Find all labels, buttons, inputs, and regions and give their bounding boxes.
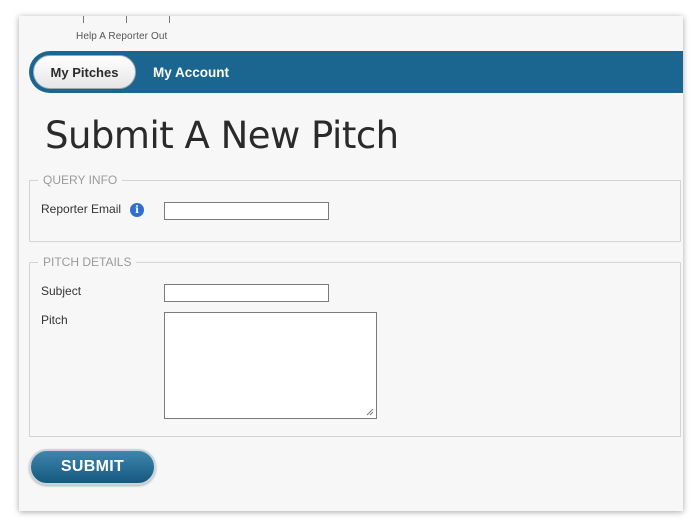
page-title: Submit A New Pitch: [45, 114, 399, 157]
top-nav: Help A Reporter Out: [19, 16, 683, 50]
subject-input[interactable]: [164, 284, 329, 302]
pitch-details-legend: PITCH DETAILS: [38, 255, 137, 269]
subject-label: Subject: [41, 284, 82, 298]
resize-handle-icon[interactable]: [366, 408, 374, 416]
nav-divider: [126, 16, 127, 23]
main-nav-bar: My Pitches My Account: [29, 51, 683, 93]
info-icon[interactable]: i: [130, 203, 144, 217]
query-info-legend: QUERY INFO: [38, 173, 123, 187]
pitch-details-section: PITCH DETAILS Subject Pitch: [29, 255, 681, 437]
tab-my-account[interactable]: My Account: [153, 51, 229, 93]
tab-my-pitches[interactable]: My Pitches: [33, 55, 136, 89]
query-info-section: QUERY INFO Reporter Email i: [29, 173, 681, 242]
submit-button[interactable]: SUBMIT: [29, 449, 156, 485]
pitch-textarea[interactable]: [164, 312, 377, 419]
brand-name[interactable]: Help A Reporter Out: [76, 31, 167, 42]
reporter-email-label: Reporter Email: [41, 202, 122, 216]
nav-divider: [83, 16, 84, 23]
app-window: Help A Reporter Out My Pitches My Accoun…: [19, 16, 683, 511]
pitch-label: Pitch: [41, 313, 68, 327]
reporter-email-input[interactable]: [164, 202, 329, 220]
nav-divider: [169, 16, 170, 23]
